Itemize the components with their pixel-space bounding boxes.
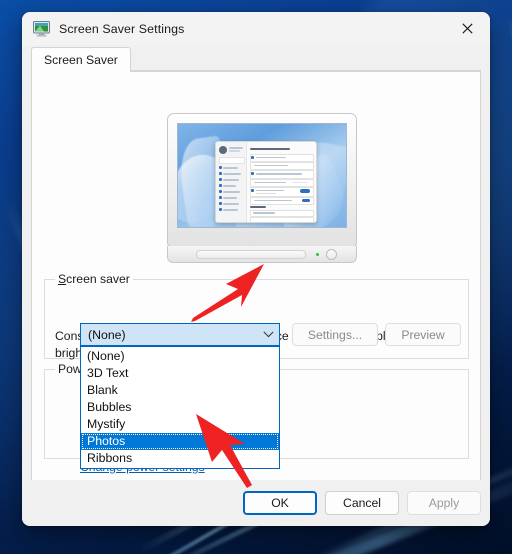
- dropdown-option-photos[interactable]: Photos: [81, 433, 279, 450]
- screen-saver-settings-dialog: Screen Saver Settings Screen Saver Scree…: [22, 12, 490, 526]
- screen-saver-group-label-rest: creen saver: [66, 272, 130, 286]
- apply-button[interactable]: Apply: [407, 491, 481, 515]
- dropdown-option[interactable]: 3D Text: [81, 365, 279, 382]
- cancel-button-label: Cancel: [343, 496, 381, 510]
- screen-saver-dropdown-list[interactable]: (None) 3D Text Blank Bubbles Mystify Pho…: [80, 346, 280, 469]
- dropdown-option[interactable]: Bubbles: [81, 399, 279, 416]
- tab-screen-saver[interactable]: Screen Saver: [31, 47, 131, 72]
- tab-strip: Screen Saver: [22, 47, 490, 72]
- title-bar: Screen Saver Settings: [22, 12, 490, 45]
- preview-button-label: Preview: [401, 327, 445, 342]
- dialog-footer: OK Cancel Apply: [22, 480, 490, 526]
- window-title: Screen Saver Settings: [59, 21, 185, 36]
- settings-button[interactable]: Settings...: [292, 323, 378, 346]
- monitor-screen: [177, 123, 347, 228]
- ok-button-label: OK: [271, 496, 289, 510]
- close-icon[interactable]: [445, 12, 490, 45]
- monitor-preview: [167, 113, 357, 268]
- cancel-button[interactable]: Cancel: [325, 491, 399, 515]
- dropdown-option[interactable]: Ribbons: [81, 450, 279, 467]
- settings-button-label: Settings...: [307, 327, 363, 342]
- preview-button[interactable]: Preview: [385, 323, 461, 346]
- screen-saver-combobox[interactable]: (None): [80, 323, 280, 346]
- dropdown-option[interactable]: Mystify: [81, 416, 279, 433]
- monitor-stand: [167, 246, 357, 263]
- screen-saver-group-label: Screen saver: [55, 272, 133, 286]
- tab-label: Screen Saver: [44, 52, 118, 67]
- dropdown-option[interactable]: (None): [81, 348, 279, 365]
- desktop-wallpaper: Screen Saver Settings Screen Saver Scree…: [0, 0, 512, 554]
- chevron-down-icon[interactable]: [257, 331, 279, 338]
- ok-button[interactable]: OK: [243, 491, 317, 515]
- power-button-icon: [326, 249, 337, 260]
- settings-window-thumbnail: [215, 141, 317, 223]
- monitor-icon: [33, 20, 50, 37]
- screen-saver-combobox-value: (None): [88, 327, 126, 342]
- dropdown-option[interactable]: Blank: [81, 382, 279, 399]
- monitor-bezel: [167, 113, 357, 247]
- apply-button-label: Apply: [428, 496, 460, 510]
- power-led-icon: [316, 253, 319, 256]
